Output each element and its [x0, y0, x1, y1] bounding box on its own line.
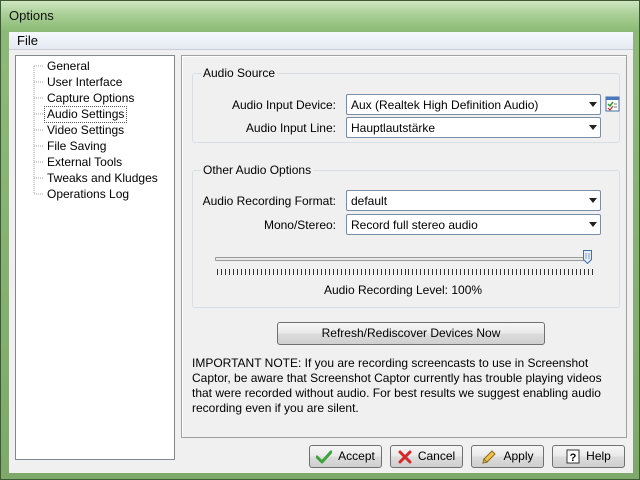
chevron-down-icon	[589, 198, 597, 203]
mono-stereo-dropdown[interactable]: Record full stereo audio	[346, 214, 601, 235]
audio-input-device-value: Aux (Realtek High Definition Audio)	[351, 98, 539, 112]
audio-recording-level-thumb[interactable]	[583, 250, 592, 264]
options-window: Options File General User Interface Capt…	[0, 0, 640, 480]
audio-input-line-dropdown[interactable]: Hauptlautstärke	[346, 117, 601, 138]
help-button-label: Help	[586, 449, 611, 463]
help-icon: ?	[566, 449, 580, 464]
dialog-client-area: General User Interface Capture Options A…	[9, 50, 633, 473]
tree-item-user-interface[interactable]: User Interface	[45, 75, 124, 90]
tree-item-operations-log[interactable]: Operations Log	[45, 187, 131, 202]
apply-button[interactable]: Apply	[471, 445, 544, 468]
tree-item-video-settings[interactable]: Video Settings	[45, 123, 126, 138]
pencil-icon	[482, 450, 497, 464]
menu-bar: File	[9, 32, 633, 50]
audio-recording-format-dropdown[interactable]: default	[346, 190, 601, 211]
audio-recording-level-ticks	[217, 269, 593, 275]
audio-input-line-value: Hauptlautstärke	[351, 121, 436, 135]
audio-recording-format-label: Audio Recording Format:	[202, 194, 336, 208]
audio-input-device-label: Audio Input Device:	[231, 98, 336, 112]
checkmark-icon	[316, 450, 333, 464]
device-properties-icon[interactable]	[605, 96, 620, 112]
tree-item-capture-options[interactable]: Capture Options	[45, 91, 136, 106]
audio-recording-level-label: Audio Recording Level: 100%	[323, 283, 483, 297]
accept-button-label: Accept	[338, 449, 375, 463]
cross-icon	[398, 450, 412, 464]
title-bar[interactable]: Options	[1, 1, 639, 31]
audio-input-line-label: Audio Input Line:	[245, 121, 336, 135]
tree-item-audio-settings[interactable]: Audio Settings	[43, 106, 128, 123]
refresh-devices-button[interactable]: Refresh/Rediscover Devices Now	[277, 322, 545, 345]
cancel-button-label: Cancel	[417, 449, 456, 463]
important-note: IMPORTANT NOTE: If you are recording scr…	[192, 356, 602, 415]
window-title: Options	[9, 8, 54, 23]
svg-text:?: ?	[570, 452, 577, 464]
chevron-down-icon	[589, 125, 597, 130]
tree-item-external-tools[interactable]: External Tools	[45, 155, 124, 170]
audio-settings-panel: Audio Source Audio Input Device: Aux (Re…	[181, 55, 627, 438]
tree-item-tweaks-and-kludges[interactable]: Tweaks and Kludges	[45, 171, 160, 186]
menu-file[interactable]: File	[15, 33, 40, 48]
settings-tree[interactable]: General User Interface Capture Options A…	[15, 55, 175, 460]
mono-stereo-label: Mono/Stereo:	[263, 218, 336, 232]
audio-recording-level-track[interactable]	[215, 257, 591, 261]
other-audio-options-group-title: Other Audio Options	[201, 163, 314, 177]
audio-source-group-title: Audio Source	[201, 66, 278, 80]
tree-item-general[interactable]: General	[45, 59, 92, 74]
chevron-down-icon	[589, 222, 597, 227]
cancel-button[interactable]: Cancel	[390, 445, 463, 468]
audio-input-device-dropdown[interactable]: Aux (Realtek High Definition Audio)	[346, 94, 601, 115]
tree-item-file-saving[interactable]: File Saving	[45, 139, 108, 154]
mono-stereo-value: Record full stereo audio	[351, 218, 478, 232]
chevron-down-icon	[589, 102, 597, 107]
audio-recording-format-value: default	[351, 194, 388, 208]
accept-button[interactable]: Accept	[309, 445, 382, 468]
help-button[interactable]: ? Help	[552, 445, 625, 468]
dialog-button-bar: Accept Cancel Apply ? Help	[181, 440, 627, 473]
apply-button-label: Apply	[503, 449, 534, 463]
audio-source-group: Audio Source Audio Input Device: Aux (Re…	[192, 66, 620, 143]
other-audio-options-group: Other Audio Options Audio Recording Form…	[192, 163, 620, 308]
